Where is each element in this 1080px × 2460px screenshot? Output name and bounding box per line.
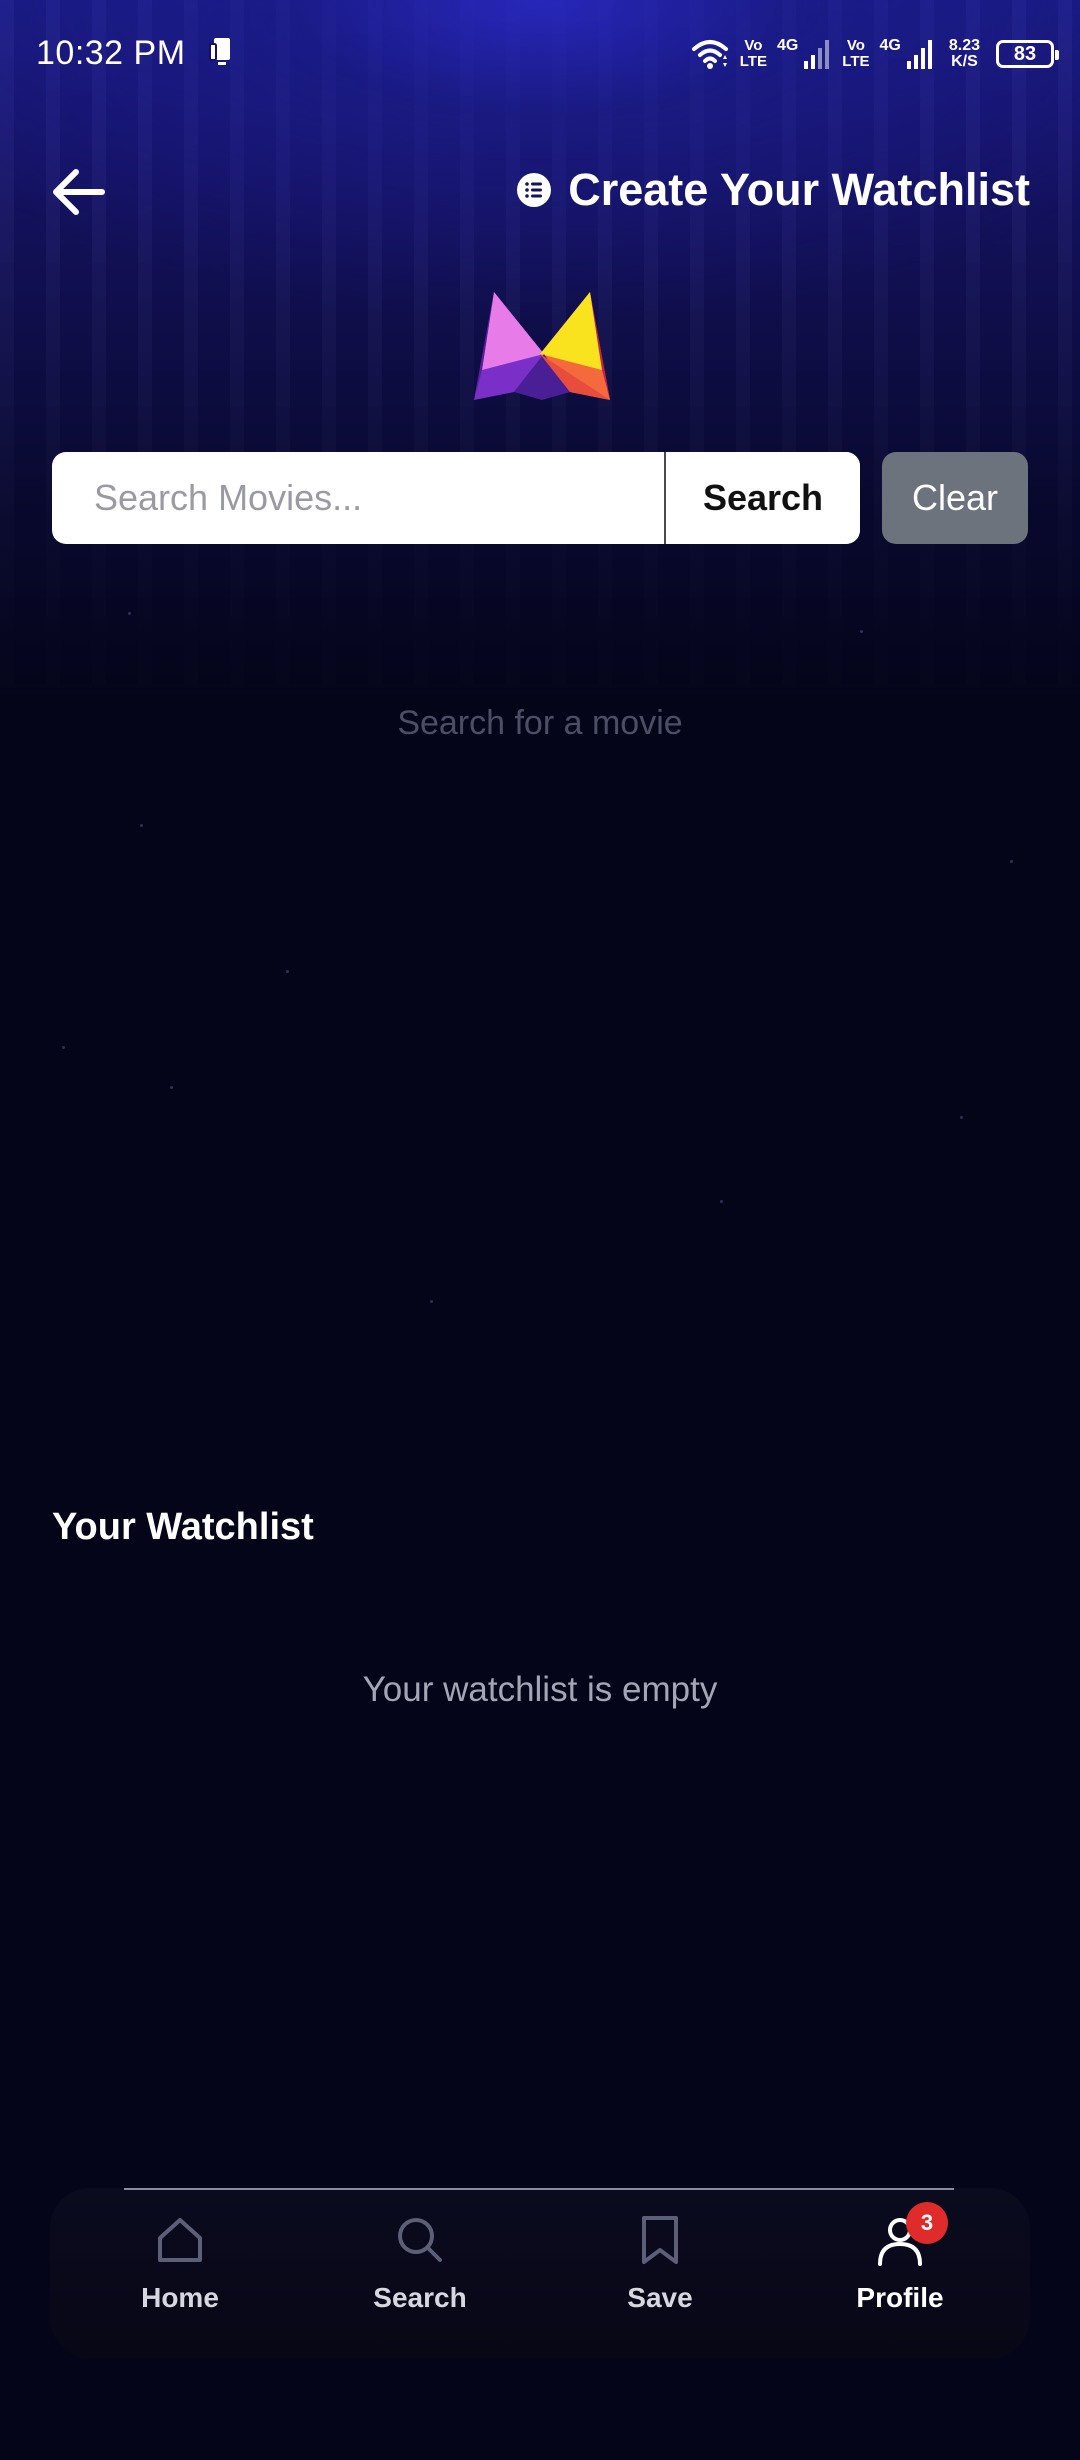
notification-badge: 3 [906, 2202, 948, 2244]
nav-item-home[interactable]: Home [80, 2212, 280, 2332]
app-logo [474, 292, 610, 400]
back-button[interactable] [46, 156, 126, 226]
network-type-1: 4G [776, 37, 799, 54]
signal-icon-2 [906, 40, 932, 69]
list-icon [517, 173, 552, 207]
nav-label-profile: Profile [856, 2282, 944, 2313]
wifi-icon [691, 40, 728, 69]
arrow-left-icon [53, 169, 105, 215]
network-type-2: 4G [879, 37, 901, 54]
battery-level: 83 [1013, 42, 1037, 65]
watchlist-empty-text: Your watchlist is empty [362, 1670, 718, 1709]
notification-icon [209, 38, 230, 65]
nav-label-save: Save [627, 2282, 693, 2313]
status-time: 10:32 PM [36, 34, 186, 72]
clear-button[interactable]: Clear [882, 452, 1028, 544]
status-bar: 10:32 PM Vo LTE 4G Vo LTE 4G 8.23 K/S 83 [0, 0, 1080, 108]
status-icons: Vo LTE 4G Vo LTE 4G 8.23 K/S 83 [690, 30, 1059, 78]
search-icon [398, 2218, 442, 2262]
signal-icon-1 [804, 40, 830, 69]
volte-indicator-2: Vo LTE [842, 37, 870, 70]
search-box: Search [52, 452, 860, 544]
page-title: Create Your Watchlist [516, 164, 1030, 216]
nav-label-search: Search [373, 2282, 467, 2313]
battery-icon: 83 [996, 40, 1059, 68]
nav-label-home: Home [141, 2282, 219, 2313]
watchlist-title: Your Watchlist [52, 1506, 314, 1548]
page-title-text: Create Your Watchlist [568, 164, 1030, 215]
nav-divider [124, 2188, 954, 2190]
nav-item-search[interactable]: Search [320, 2212, 520, 2332]
search-row: Search Clear [52, 452, 1028, 544]
nav-item-profile[interactable]: 3 Profile [800, 2202, 1000, 2332]
home-icon [158, 2218, 202, 2262]
search-button[interactable]: Search [664, 452, 860, 544]
screen: 10:32 PM Vo LTE 4G Vo LTE 4G 8.23 K/S 83… [0, 0, 1080, 2460]
search-hint: Search for a movie [397, 704, 683, 742]
search-input[interactable] [52, 452, 664, 544]
nav-item-save[interactable]: Save [560, 2212, 760, 2332]
network-speed: 8.23 K/S [948, 37, 980, 70]
volte-indicator-1: Vo LTE [739, 37, 767, 70]
bookmark-icon [642, 2216, 678, 2264]
